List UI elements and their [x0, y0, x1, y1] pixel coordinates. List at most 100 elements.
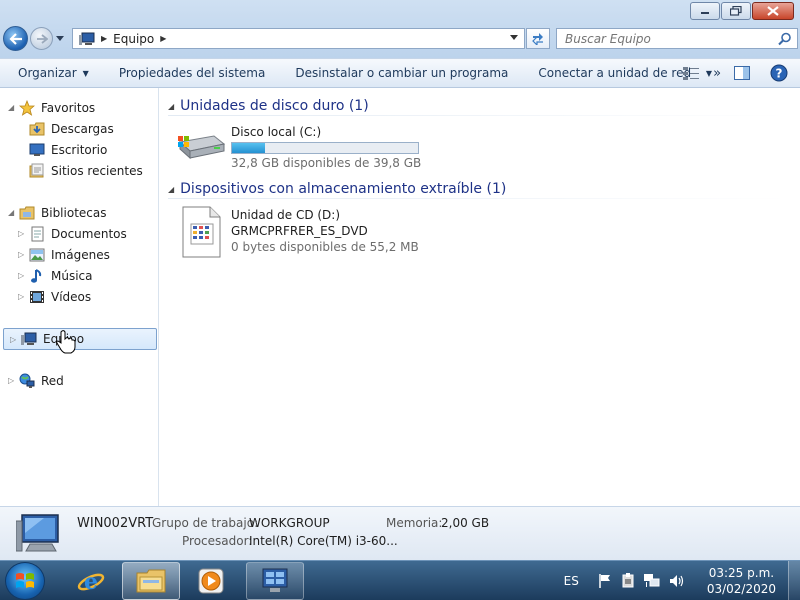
restore-button[interactable]	[721, 2, 751, 20]
drive-volume-label: GRMCPRFRER_ES_DVD	[231, 224, 368, 238]
view-details-icon	[682, 67, 699, 80]
desktop-icon	[28, 142, 46, 158]
clock[interactable]: 03:25 p.m. 03/02/2020	[707, 565, 776, 597]
workgroup-value: WORKGROUP	[249, 516, 330, 530]
start-button[interactable]	[5, 562, 45, 600]
preview-pane-button[interactable]	[726, 66, 758, 80]
navigation-buttons	[3, 26, 64, 51]
hard-drive-icon	[178, 135, 226, 160]
chevron-down-icon: ▼	[82, 68, 89, 78]
memory-value: 2,00 GB	[441, 516, 490, 530]
nav-item-imagenes[interactable]: ▷ Imágenes	[10, 244, 110, 265]
recent-pages-dropdown-icon[interactable]	[56, 35, 64, 42]
search-input[interactable]	[557, 29, 767, 48]
expand-triangle-icon[interactable]: ◢	[8, 208, 18, 217]
drive-usage-bar	[231, 142, 419, 154]
action-center-flag-icon[interactable]	[597, 573, 613, 589]
back-button[interactable]	[3, 26, 28, 51]
close-button[interactable]	[752, 2, 794, 20]
nav-item-descargas[interactable]: Descargas	[10, 118, 114, 139]
clock-time: 03:25 p.m.	[708, 566, 775, 580]
group-collapse-icon[interactable]: ◢	[168, 102, 174, 111]
expand-triangle-icon[interactable]: ◢	[8, 103, 18, 112]
minimize-button[interactable]	[690, 2, 720, 20]
drive-local-c[interactable]: Disco local (C:) 32,8 GB disponibles de …	[176, 124, 421, 170]
organize-label: Organizar	[18, 66, 77, 80]
breadcrumb-separator[interactable]: ▶	[160, 34, 166, 43]
drive-free-space: 0 bytes disponibles de 55,2 MB	[231, 240, 419, 254]
volume-speaker-icon[interactable]	[668, 573, 686, 589]
close-icon	[767, 6, 779, 16]
preview-pane-icon	[734, 66, 750, 80]
drive-name: Unidad de CD (D:)	[231, 208, 341, 222]
title-bar: ▶ Equipo ▶	[0, 0, 800, 58]
nav-item-escritorio[interactable]: Escritorio	[10, 139, 107, 160]
nav-item-musica[interactable]: ▷ Música	[10, 265, 93, 286]
group-header-hard-drives[interactable]: ◢ Unidades de disco duro (1)	[168, 96, 788, 116]
address-bar[interactable]: ▶ Equipo ▶	[72, 28, 525, 49]
nav-libraries[interactable]: ◢ Bibliotecas	[0, 202, 106, 223]
nav-item-label: Descargas	[51, 121, 114, 136]
address-dropdown-icon[interactable]	[510, 35, 518, 41]
recent-places-icon	[28, 163, 46, 179]
nav-item-documentos[interactable]: ▷ Documentos	[10, 223, 127, 244]
collapsed-triangle-icon[interactable]: ▷	[18, 250, 28, 259]
libraries-icon	[18, 205, 36, 221]
refresh-icon	[532, 32, 543, 45]
forward-button[interactable]	[30, 27, 53, 50]
minimize-icon	[701, 12, 709, 14]
collapsed-triangle-icon[interactable]: ▷	[18, 292, 28, 301]
breadcrumb-equipo[interactable]: Equipo	[113, 32, 154, 46]
collapsed-triangle-icon[interactable]: ▷	[18, 229, 28, 238]
drive-cd-d[interactable]: Unidad de CD (D:) GRMCPRFRER_ES_DVD 0 by…	[182, 206, 419, 258]
safely-remove-hardware-icon[interactable]	[620, 573, 636, 589]
collapsed-triangle-icon[interactable]: ▷	[18, 271, 28, 280]
nav-libraries-label: Bibliotecas	[41, 205, 107, 220]
downloads-folder-icon	[28, 121, 46, 137]
chevron-down-icon: ▼	[705, 68, 712, 78]
help-button[interactable]: ?	[762, 64, 796, 82]
nav-network[interactable]: ▷ Red	[0, 370, 64, 391]
network-status-icon[interactable]	[643, 573, 661, 589]
language-indicator[interactable]: ES	[564, 574, 579, 588]
system-properties-button[interactable]: Propiedades del sistema	[110, 61, 275, 85]
refresh-button[interactable]	[526, 28, 550, 49]
organize-button[interactable]: Organizar ▼	[9, 61, 98, 85]
nav-favorites-label: Favoritos	[41, 100, 96, 115]
taskbar-explorer[interactable]	[122, 562, 180, 600]
group-header-label: Unidades de disco duro (1)	[180, 98, 369, 114]
search-icon[interactable]	[778, 32, 792, 46]
hand-cursor-icon	[56, 330, 76, 354]
drive-usage-fill	[232, 143, 265, 153]
windows-logo-icon	[16, 573, 34, 588]
media-player-icon	[198, 568, 224, 594]
nav-item-videos[interactable]: ▷ Vídeos	[10, 286, 91, 307]
group-collapse-icon[interactable]: ◢	[168, 185, 174, 194]
taskbar-media-player[interactable]	[182, 562, 240, 600]
cd-drive-icon	[182, 206, 221, 258]
window-controls	[690, 2, 794, 20]
nav-item-label: Escritorio	[51, 142, 108, 157]
group-divider	[168, 198, 788, 199]
forward-arrow-icon	[36, 33, 48, 44]
nav-item-sitios-recientes[interactable]: Sitios recientes	[10, 160, 143, 181]
taskbar-control-panel[interactable]	[246, 562, 304, 600]
uninstall-program-button[interactable]: Desinstalar o cambiar un programa	[286, 61, 517, 85]
collapsed-triangle-icon[interactable]: ▷	[8, 376, 18, 385]
control-panel-icon	[262, 568, 288, 592]
help-icon: ?	[770, 64, 788, 82]
nav-network-label: Red	[41, 373, 64, 388]
nav-item-label: Documentos	[51, 226, 127, 241]
change-view-button[interactable]: ▼	[674, 66, 720, 80]
nav-computer[interactable]: ▷ Equipo	[3, 328, 157, 350]
group-header-removable[interactable]: ◢ Dispositivos con almacenamiento extraí…	[168, 179, 788, 199]
group-header-label: Dispositivos con almacenamiento extraíbl…	[180, 181, 507, 197]
nav-favorites[interactable]: ◢ Favoritos	[0, 97, 95, 118]
nav-item-label: Vídeos	[51, 289, 92, 304]
star-icon	[18, 99, 36, 116]
taskbar-internet-explorer[interactable]: e	[62, 562, 120, 600]
collapsed-triangle-icon[interactable]: ▷	[10, 335, 20, 344]
navigation-pane: ◢ Favoritos Descargas Escritorio Sitios …	[0, 88, 159, 506]
search-box[interactable]	[556, 28, 798, 49]
show-desktop-button[interactable]	[788, 561, 800, 600]
